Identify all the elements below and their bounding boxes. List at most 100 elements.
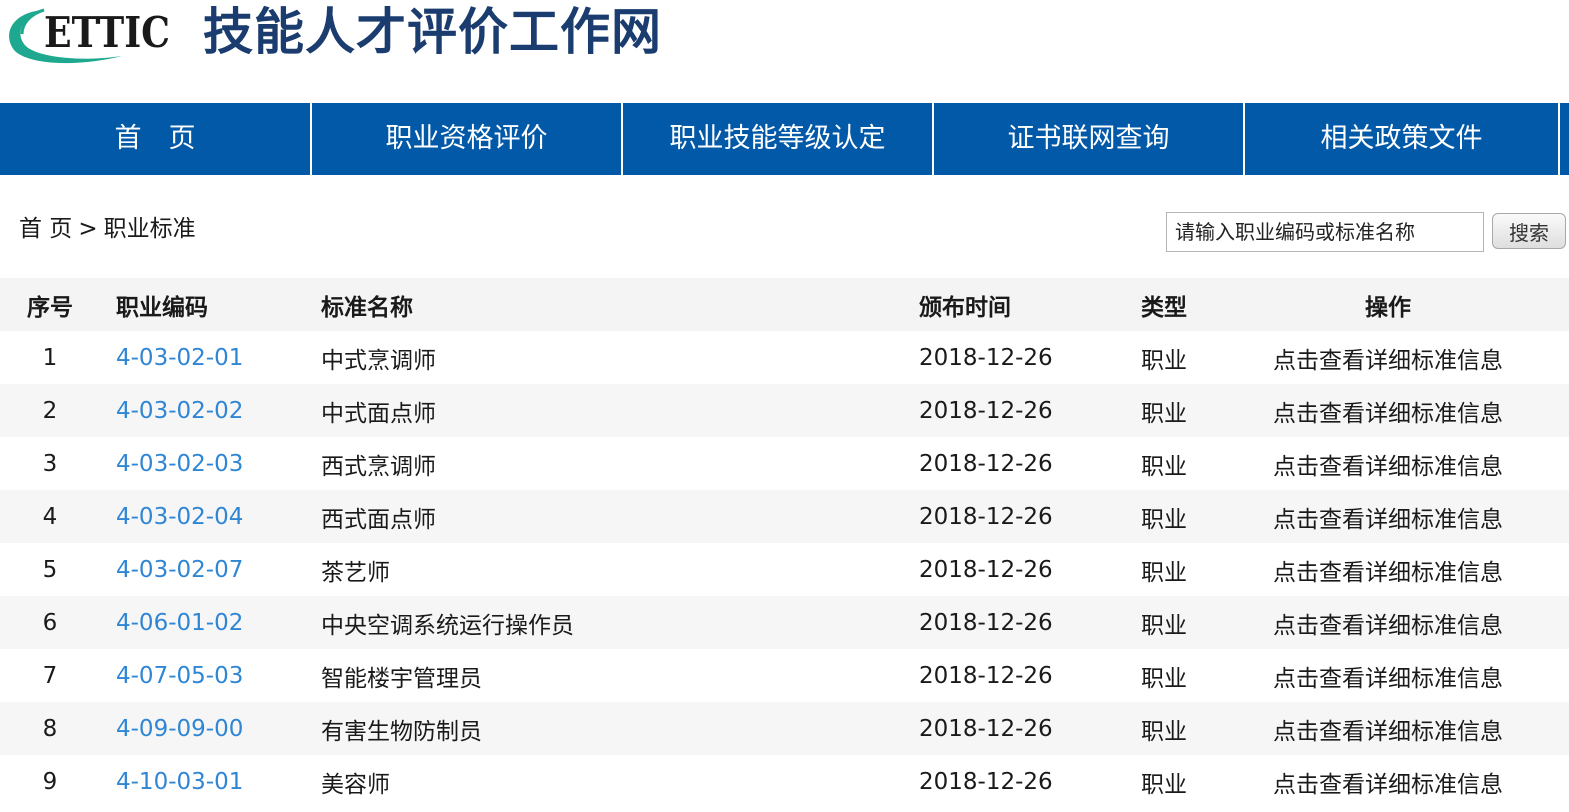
cell-index: 1 — [42, 344, 58, 371]
col-header-action: 操作 — [1365, 294, 1411, 321]
standards-table-container: 序号 职业编码 标准名称 颁布时间 类型 操作 1 4-03-02-01 中式烹调师… — [0, 278, 1569, 808]
cell-code: 4-03-02-01 — [100, 331, 305, 384]
occupation-code-link[interactable]: 4-03-02-01 — [116, 345, 243, 371]
cell-name: 中式面点师 — [321, 400, 436, 427]
cell-name: 智能楼宇管理员 — [321, 665, 482, 692]
view-details-link[interactable]: 点击查看详细标准信息 — [1273, 348, 1503, 374]
table-row: 5 4-03-02-07 茶艺师 2018-12-26 职业 点击查看详细标准信息 — [0, 543, 1569, 596]
ettic-logo[interactable]: ETTIC — [4, 4, 176, 68]
view-details-link[interactable]: 点击查看详细标准信息 — [1273, 507, 1503, 533]
cell-type: 职业 — [1141, 506, 1187, 533]
occupation-code-link[interactable]: 4-06-01-02 — [116, 610, 243, 636]
cell-name: 西式烹调师 — [321, 453, 436, 480]
cell-code: 4-07-05-03 — [100, 649, 305, 702]
search-input[interactable] — [1166, 212, 1484, 252]
cell-index: 6 — [42, 609, 58, 636]
breadcrumb: 首 页 > 职业标准 — [19, 213, 196, 245]
cell-date: 2018-12-26 — [919, 556, 1053, 583]
cell-type: 职业 — [1141, 453, 1187, 480]
cell-action: 点击查看详细标准信息 — [1227, 384, 1569, 437]
cell-index: 4 — [42, 503, 58, 530]
nav-item-certificate-query[interactable]: 证书联网查询 — [934, 103, 1245, 175]
col-header-name: 标准名称 — [321, 294, 413, 321]
cell-type: 职业 — [1141, 612, 1187, 639]
view-details-link[interactable]: 点击查看详细标准信息 — [1273, 454, 1503, 480]
view-details-link[interactable]: 点击查看详细标准信息 — [1273, 772, 1503, 798]
view-details-link[interactable]: 点击查看详细标准信息 — [1273, 666, 1503, 692]
cell-type: 职业 — [1141, 347, 1187, 374]
cell-action: 点击查看详细标准信息 — [1227, 331, 1569, 384]
occupation-code-link[interactable]: 4-09-09-00 — [116, 716, 243, 742]
col-header-type: 类型 — [1141, 294, 1187, 321]
occupation-code-link[interactable]: 4-10-03-01 — [116, 769, 243, 795]
cell-date: 2018-12-26 — [919, 768, 1053, 795]
cell-date: 2018-12-26 — [919, 715, 1053, 742]
site-title: 技能人才评价工作网 — [203, 3, 662, 61]
cell-name: 中式烹调师 — [321, 347, 436, 374]
cell-name: 美容师 — [321, 771, 390, 798]
breadcrumb-current: 职业标准 — [103, 216, 196, 242]
cell-date: 2018-12-26 — [919, 503, 1053, 530]
ettic-logo-icon: ETTIC — [9, 8, 170, 64]
cell-action: 点击查看详细标准信息 — [1227, 596, 1569, 649]
table-row: 2 4-03-02-02 中式面点师 2018-12-26 职业 点击查看详细标准信息 — [0, 384, 1569, 437]
view-details-link[interactable]: 点击查看详细标准信息 — [1273, 560, 1503, 586]
breadcrumb-separator: > — [78, 216, 98, 242]
col-header-date: 颁布时间 — [919, 294, 1011, 321]
cell-date: 2018-12-26 — [919, 450, 1053, 477]
cell-code: 4-03-02-07 — [100, 543, 305, 596]
cell-type: 职业 — [1141, 718, 1187, 745]
table-row: 3 4-03-02-03 西式烹调师 2018-12-26 职业 点击查看详细标准信息 — [0, 437, 1569, 490]
cell-name: 中央空调系统运行操作员 — [321, 612, 574, 639]
main-nav: 首 页 职业资格评价 职业技能等级认定 证书联网查询 相关政策文件 — [0, 103, 1569, 175]
cell-type: 职业 — [1141, 559, 1187, 586]
cell-index: 8 — [42, 715, 58, 742]
nav-item-home[interactable]: 首 页 — [0, 103, 312, 175]
cell-code: 4-06-01-02 — [100, 596, 305, 649]
col-header-index: 序号 — [27, 294, 73, 321]
cell-index: 7 — [42, 662, 58, 689]
cell-code: 4-03-02-02 — [100, 384, 305, 437]
occupation-code-link[interactable]: 4-03-02-07 — [116, 557, 243, 583]
cell-index: 3 — [42, 450, 58, 477]
cell-date: 2018-12-26 — [919, 662, 1053, 689]
view-details-link[interactable]: 点击查看详细标准信息 — [1273, 401, 1503, 427]
cell-code: 4-03-02-03 — [100, 437, 305, 490]
site-header: ETTIC 技能人才评价工作网 — [0, 0, 1569, 103]
cell-type: 职业 — [1141, 771, 1187, 798]
cell-action: 点击查看详细标准信息 — [1227, 437, 1569, 490]
cell-action: 点击查看详细标准信息 — [1227, 543, 1569, 596]
cell-action: 点击查看详细标准信息 — [1227, 649, 1569, 702]
occupation-code-link[interactable]: 4-03-02-03 — [116, 451, 243, 477]
cell-code: 4-09-09-00 — [100, 702, 305, 755]
view-details-link[interactable]: 点击查看详细标准信息 — [1273, 613, 1503, 639]
nav-item-qualification-evaluation[interactable]: 职业资格评价 — [312, 103, 623, 175]
view-details-link[interactable]: 点击查看详细标准信息 — [1273, 719, 1503, 745]
cell-name: 有害生物防制员 — [321, 718, 482, 745]
cell-type: 职业 — [1141, 400, 1187, 427]
cell-code: 4-10-03-01 — [100, 755, 305, 808]
standards-table: 序号 职业编码 标准名称 颁布时间 类型 操作 1 4-03-02-01 中式烹调师… — [0, 278, 1569, 808]
table-row: 8 4-09-09-00 有害生物防制员 2018-12-26 职业 点击查看详细标准信息 — [0, 702, 1569, 755]
table-row: 9 4-10-03-01 美容师 2018-12-26 职业 点击查看详细标准信息 — [0, 755, 1569, 808]
table-row: 7 4-07-05-03 智能楼宇管理员 2018-12-26 职业 点击查看详细标准信息 — [0, 649, 1569, 702]
occupation-code-link[interactable]: 4-03-02-02 — [116, 398, 243, 424]
cell-type: 职业 — [1141, 665, 1187, 692]
occupation-code-link[interactable]: 4-07-05-03 — [116, 663, 243, 689]
table-row: 6 4-06-01-02 中央空调系统运行操作员 2018-12-26 职业 点击查看详细… — [0, 596, 1569, 649]
cell-date: 2018-12-26 — [919, 609, 1053, 636]
nav-item-skill-level-certification[interactable]: 职业技能等级认定 — [623, 103, 934, 175]
logo-text: ETTIC — [44, 8, 170, 57]
breadcrumb-home[interactable]: 首 页 — [19, 216, 72, 242]
cell-date: 2018-12-26 — [919, 397, 1053, 424]
nav-item-policy-documents[interactable]: 相关政策文件 — [1245, 103, 1560, 175]
cell-index: 5 — [42, 556, 58, 583]
cell-date: 2018-12-26 — [919, 344, 1053, 371]
cell-index: 2 — [42, 397, 58, 424]
cell-action: 点击查看详细标准信息 — [1227, 755, 1569, 808]
search-button[interactable]: 搜索 — [1492, 213, 1566, 249]
occupation-code-link[interactable]: 4-03-02-04 — [116, 504, 243, 530]
col-header-code: 职业编码 — [116, 294, 208, 321]
cell-index: 9 — [42, 768, 58, 795]
table-header-row: 序号 职业编码 标准名称 颁布时间 类型 操作 — [0, 278, 1569, 331]
